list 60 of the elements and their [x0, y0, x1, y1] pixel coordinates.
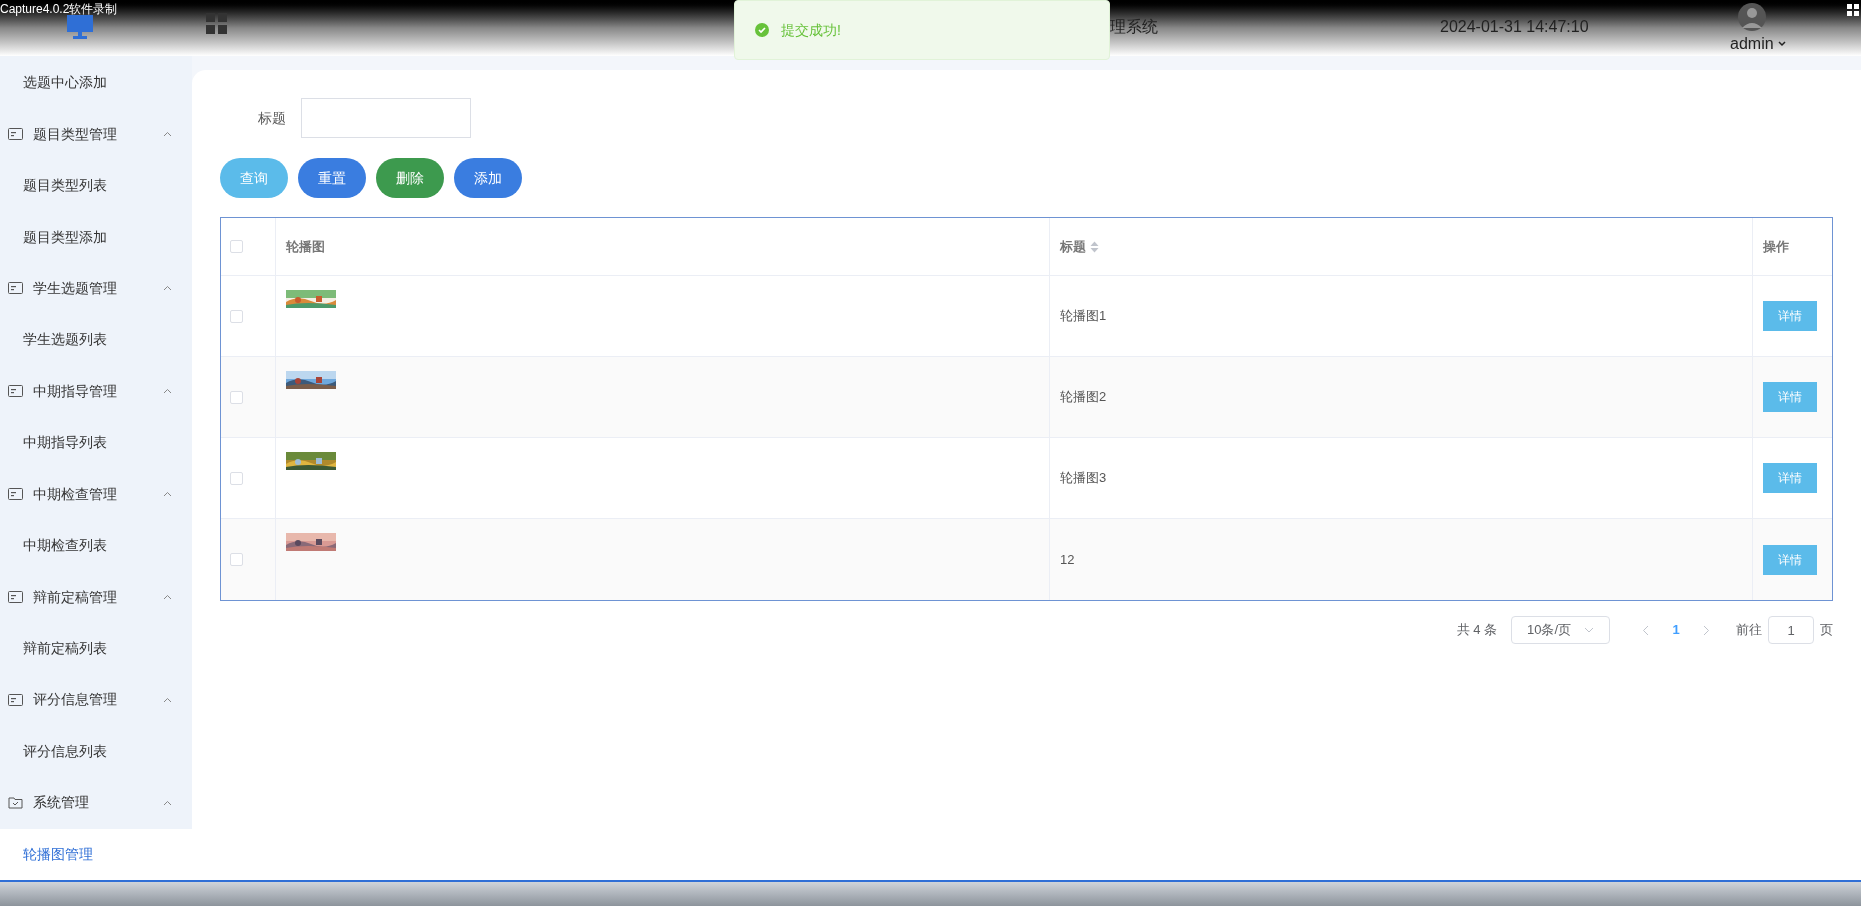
- sort-icon[interactable]: [1090, 240, 1099, 253]
- page-input[interactable]: 1: [1768, 616, 1814, 644]
- action-button[interactable]: 重置: [298, 158, 366, 198]
- card-icon: [8, 693, 23, 706]
- caret-icon: [1584, 627, 1594, 633]
- recorder-title: Capture4.0.2软件录制: [0, 1, 118, 18]
- row-checkbox[interactable]: [230, 471, 243, 485]
- menu-item[interactable]: 中期检查列表: [0, 519, 192, 572]
- row-checkbox[interactable]: [230, 390, 243, 404]
- row-checkbox[interactable]: [230, 309, 243, 323]
- menu-item[interactable]: 学生选题列表: [0, 314, 192, 366]
- menu-item[interactable]: 评分信息列表: [0, 725, 192, 778]
- page-size-select[interactable]: 10条/页: [1511, 616, 1610, 644]
- date-time: 2024-01-31 14:47:10: [1440, 17, 1589, 37]
- menu-item[interactable]: 轮播图管理: [0, 828, 192, 880]
- card-icon: [8, 128, 23, 141]
- table-cell-text: 轮播图1: [1060, 307, 1107, 326]
- menu-group[interactable]: 系统管理: [0, 777, 192, 829]
- menu-item[interactable]: 辩前定稿列表: [0, 622, 192, 675]
- action-button[interactable]: 删除: [376, 158, 444, 198]
- field-label: 标题: [258, 108, 286, 128]
- table-cell-text: 轮播图2: [1060, 388, 1107, 407]
- avatar-icon[interactable]: [1736, 2, 1768, 32]
- menu-item[interactable]: 选题中心添加: [0, 57, 192, 109]
- menu-group[interactable]: 学生选题管理: [0, 262, 192, 315]
- menu-group[interactable]: 辩前定稿管理: [0, 571, 192, 623]
- caret-icon: [1777, 41, 1786, 47]
- user-menu[interactable]: admin: [1730, 32, 1786, 56]
- menu-item[interactable]: 题目类型列表: [0, 159, 192, 212]
- menu-item[interactable]: 中期指导列表: [0, 417, 192, 469]
- row-checkbox[interactable]: [230, 553, 243, 566]
- monitor-icon: [66, 14, 94, 40]
- row-checkbox[interactable]: [230, 240, 243, 253]
- card-icon: [8, 488, 23, 501]
- title-input[interactable]: [301, 98, 471, 138]
- action-button[interactable]: 添加: [454, 158, 522, 198]
- total-count: 共 4 条: [1456, 621, 1497, 640]
- column-header: 操作: [1763, 237, 1789, 256]
- check-icon: [755, 23, 769, 37]
- page-unit: 页: [1820, 621, 1833, 640]
- card-icon: [8, 282, 23, 295]
- grid-menu-icon[interactable]: [206, 13, 228, 35]
- card-icon: [8, 385, 23, 398]
- menu-item[interactable]: 题目类型添加: [0, 211, 192, 263]
- menu-group[interactable]: 中期指导管理: [0, 365, 192, 418]
- column-header: 标题: [1060, 237, 1086, 256]
- system-title: 理系统: [1110, 17, 1158, 37]
- goto-label: 前往: [1736, 621, 1762, 640]
- column-header: 轮播图: [286, 237, 325, 256]
- table-cell-text: 轮播图3: [1060, 469, 1107, 488]
- menu-group[interactable]: 评分信息管理: [0, 674, 192, 726]
- toast-message: 提交成功!: [781, 20, 841, 40]
- table-cell-text: 12: [1060, 550, 1075, 569]
- next-page-icon[interactable]: [1703, 624, 1710, 636]
- card-icon: [8, 591, 23, 604]
- prev-page-icon[interactable]: [1642, 624, 1649, 636]
- menu-group[interactable]: 题目类型管理: [0, 108, 192, 160]
- menu-group[interactable]: 中期检查管理: [0, 468, 192, 520]
- fullscreen-icon[interactable]: [1847, 4, 1859, 16]
- folder-icon: [8, 796, 23, 810]
